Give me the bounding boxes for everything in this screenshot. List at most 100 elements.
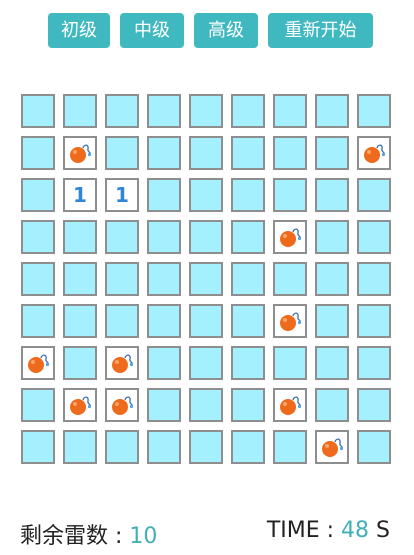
board-cell[interactable]	[105, 304, 139, 338]
intermediate-button[interactable]: 中级	[120, 13, 184, 48]
board-cell[interactable]	[315, 220, 349, 254]
board-cell[interactable]	[315, 388, 349, 422]
board-cell[interactable]	[315, 346, 349, 380]
board-cell[interactable]	[357, 304, 391, 338]
timer-value: 48	[341, 518, 370, 543]
board-cell[interactable]	[189, 178, 223, 212]
board-cell[interactable]	[105, 94, 139, 128]
board-cell[interactable]	[63, 346, 97, 380]
board-cell[interactable]	[231, 178, 265, 212]
mine-icon	[112, 396, 134, 415]
board-cell[interactable]	[231, 430, 265, 464]
board-cell[interactable]	[63, 430, 97, 464]
board-cell[interactable]	[105, 136, 139, 170]
board-cell[interactable]	[273, 178, 307, 212]
mine-cell[interactable]	[357, 136, 391, 170]
board-cell[interactable]	[273, 94, 307, 128]
mine-cell[interactable]	[21, 346, 55, 380]
board-cell[interactable]	[231, 262, 265, 296]
board-cell[interactable]	[147, 388, 181, 422]
mine-cell[interactable]	[63, 388, 97, 422]
board-cell[interactable]	[315, 262, 349, 296]
board-cell[interactable]	[273, 430, 307, 464]
board-cell[interactable]	[189, 220, 223, 254]
mine-cell[interactable]	[273, 388, 307, 422]
board-cell[interactable]	[21, 430, 55, 464]
board-cell[interactable]	[189, 262, 223, 296]
board-cell[interactable]	[147, 94, 181, 128]
board-cell[interactable]	[63, 262, 97, 296]
mine-icon	[280, 228, 302, 247]
board-cell[interactable]	[273, 136, 307, 170]
board-cell[interactable]	[147, 262, 181, 296]
mine-cell[interactable]	[63, 136, 97, 170]
mine-cell[interactable]	[105, 346, 139, 380]
board-cell[interactable]	[21, 178, 55, 212]
board-cell[interactable]	[21, 94, 55, 128]
timer-unit: S	[369, 518, 390, 543]
board-cell[interactable]	[147, 346, 181, 380]
mines-remaining-label: 剩余雷数 :	[20, 524, 130, 549]
board-cell[interactable]	[231, 94, 265, 128]
board-cell[interactable]	[63, 94, 97, 128]
board-cell[interactable]	[189, 346, 223, 380]
board-cell[interactable]	[315, 178, 349, 212]
difficulty-toolbar: 初级 中级 高级 重新开始	[48, 13, 373, 48]
board-cell[interactable]	[357, 430, 391, 464]
board-cell[interactable]	[231, 304, 265, 338]
mine-cell[interactable]	[273, 220, 307, 254]
board-cell[interactable]	[189, 388, 223, 422]
board-cell[interactable]	[105, 220, 139, 254]
board-cell[interactable]	[231, 388, 265, 422]
board-cell[interactable]	[357, 220, 391, 254]
mine-icon	[70, 396, 92, 415]
mine-icon	[364, 144, 386, 163]
board-cell[interactable]	[357, 262, 391, 296]
board-cell[interactable]	[273, 262, 307, 296]
board-cell[interactable]	[189, 304, 223, 338]
board-cell[interactable]	[147, 220, 181, 254]
board-cell[interactable]	[315, 136, 349, 170]
board-cell[interactable]	[231, 346, 265, 380]
mine-icon	[322, 438, 344, 457]
board-cell[interactable]	[147, 430, 181, 464]
mine-icon	[280, 396, 302, 415]
restart-button[interactable]: 重新开始	[268, 13, 373, 48]
board-cell[interactable]	[147, 304, 181, 338]
mine-cell[interactable]	[273, 304, 307, 338]
board-cell[interactable]	[147, 178, 181, 212]
status-bar: 剩余雷数 : 10 TIME : 48 S	[20, 518, 390, 549]
board-cell[interactable]	[189, 136, 223, 170]
mine-icon	[70, 144, 92, 163]
mine-cell[interactable]	[315, 430, 349, 464]
board-cell[interactable]	[357, 94, 391, 128]
board-cell[interactable]	[21, 220, 55, 254]
board-cell[interactable]	[21, 388, 55, 422]
board-cell[interactable]	[357, 178, 391, 212]
board-cell[interactable]	[189, 430, 223, 464]
board-cell[interactable]	[315, 304, 349, 338]
cell-number: 1	[73, 183, 87, 207]
board-cell[interactable]	[357, 388, 391, 422]
expert-button[interactable]: 高级	[194, 13, 258, 48]
board-cell[interactable]	[21, 262, 55, 296]
mine-icon	[280, 312, 302, 331]
number-cell[interactable]: 1	[63, 178, 97, 212]
board-cell[interactable]	[231, 136, 265, 170]
beginner-button[interactable]: 初级	[48, 13, 110, 48]
board-cell[interactable]	[105, 430, 139, 464]
mine-cell[interactable]	[105, 388, 139, 422]
board-cell[interactable]	[357, 346, 391, 380]
mine-icon	[112, 354, 134, 373]
board-cell[interactable]	[231, 220, 265, 254]
number-cell[interactable]: 1	[105, 178, 139, 212]
board-cell[interactable]	[63, 304, 97, 338]
board-cell[interactable]	[63, 220, 97, 254]
board-cell[interactable]	[273, 346, 307, 380]
board-cell[interactable]	[21, 136, 55, 170]
board-cell[interactable]	[315, 94, 349, 128]
board-cell[interactable]	[21, 304, 55, 338]
board-cell[interactable]	[189, 94, 223, 128]
board-cell[interactable]	[147, 136, 181, 170]
board-cell[interactable]	[105, 262, 139, 296]
